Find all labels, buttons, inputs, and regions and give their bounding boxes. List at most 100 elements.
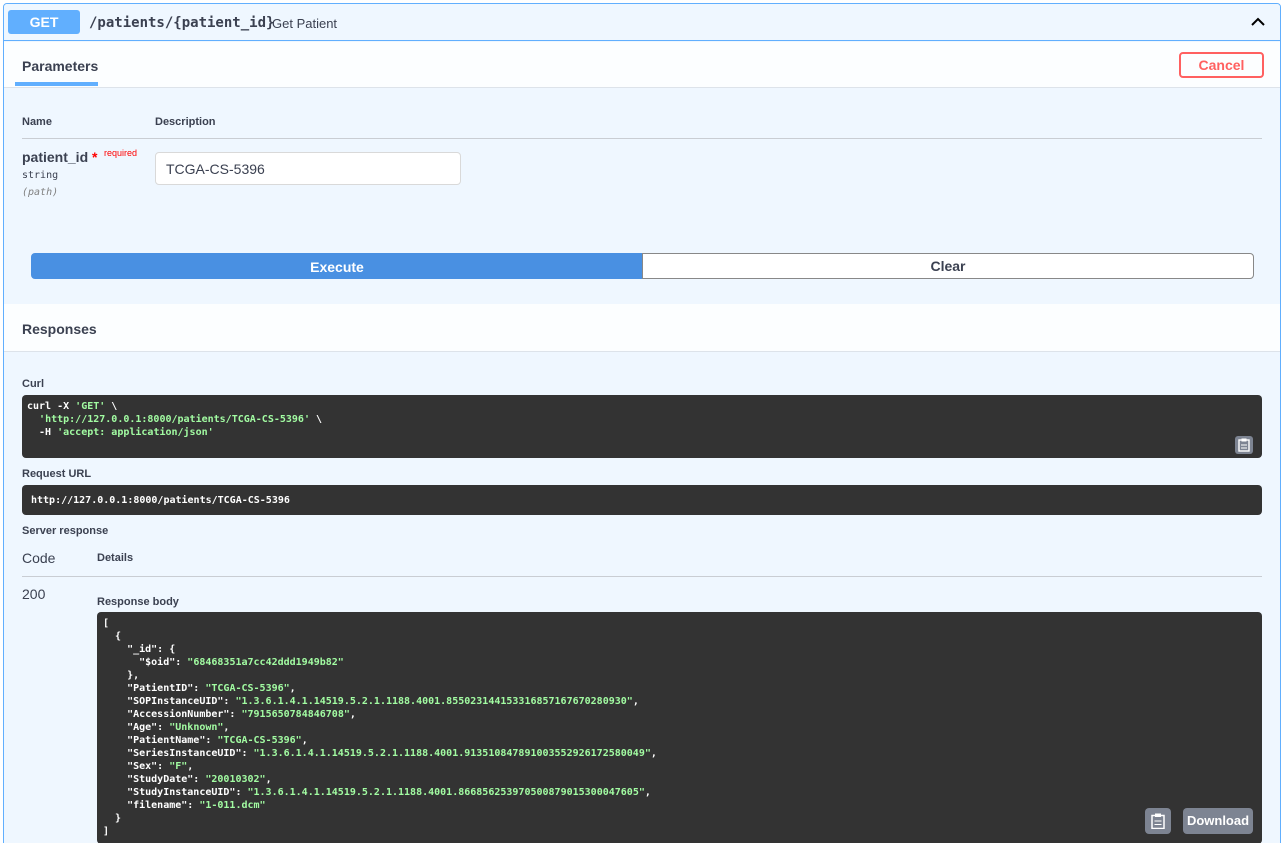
json-token: , xyxy=(349,709,356,720)
param-type: string xyxy=(22,170,59,181)
json-token: "StudyInstanceUID": xyxy=(103,787,248,798)
response-body-label: Response body xyxy=(97,596,179,608)
clipboard-icon[interactable] xyxy=(1235,436,1253,454)
cancel-button[interactable]: Cancel xyxy=(1179,52,1264,78)
json-token: { xyxy=(103,631,122,642)
json-string: "TCGA-CS-5396" xyxy=(217,735,302,746)
json-line: "PatientID": "TCGA-CS-5396", xyxy=(103,682,1256,695)
code-column-header: Code xyxy=(22,550,56,566)
json-token: [ xyxy=(103,618,110,629)
json-line: "_id": { xyxy=(103,643,1256,656)
json-token: , xyxy=(650,748,657,759)
request-url-label: Request URL xyxy=(22,468,92,480)
clipboard-icon[interactable] xyxy=(1145,808,1171,834)
curl-token xyxy=(27,414,39,425)
json-token: "AccessionNumber": xyxy=(103,709,242,720)
json-line: }, xyxy=(103,669,1256,682)
curl-line: 'http://127.0.0.1:8000/patients/TCGA-CS-… xyxy=(27,413,1257,426)
method-badge: GET xyxy=(8,10,80,34)
json-token: , xyxy=(265,774,272,785)
download-button[interactable]: Download xyxy=(1183,808,1253,834)
curl-label: Curl xyxy=(22,378,44,390)
tab-parameters[interactable]: Parameters xyxy=(22,58,98,74)
param-location: (path) xyxy=(22,187,59,198)
json-token: "_id": { xyxy=(103,644,176,655)
operation-summary[interactable]: GET /patients/{patient_id} Get Patient xyxy=(4,4,1280,41)
curl-token: curl -X xyxy=(27,401,76,412)
curl-string: 'GET' xyxy=(75,401,106,412)
json-token: "PatientID": xyxy=(103,683,206,694)
required-star: * xyxy=(92,149,98,165)
description-column-header: Description xyxy=(155,116,216,128)
json-token: "$oid": xyxy=(103,657,188,668)
json-line: "StudyInstanceUID": "1.3.6.1.4.1.14519.5… xyxy=(103,786,1256,799)
json-token: "StudyDate": xyxy=(103,774,206,785)
json-string: "Unknown" xyxy=(169,722,224,733)
json-string: "1.3.6.1.4.1.14519.5.2.1.1188.4001.85502… xyxy=(235,696,633,707)
json-line: } xyxy=(103,812,1256,825)
divider xyxy=(22,576,1262,577)
json-line: "Age": "Unknown", xyxy=(103,721,1256,734)
json-string: "7915650784846708" xyxy=(241,709,350,720)
json-token: , xyxy=(223,722,230,733)
json-line: "filename": "1-011.dcm" xyxy=(103,799,1256,812)
json-token: "filename": xyxy=(103,800,200,811)
json-line: "$oid": "68468351a7cc42ddd1949b82" xyxy=(103,656,1256,669)
request-url-value[interactable]: http://127.0.0.1:8000/patients/TCGA-CS-5… xyxy=(22,485,1262,515)
json-token: , xyxy=(187,761,194,772)
json-line: "Sex": "F", xyxy=(103,760,1256,773)
json-token: ] xyxy=(103,826,110,837)
json-string: "1-011.dcm" xyxy=(199,800,266,811)
json-line: "SOPInstanceUID": "1.3.6.1.4.1.14519.5.2… xyxy=(103,695,1256,708)
json-token: "SOPInstanceUID": xyxy=(103,696,236,707)
json-line: "AccessionNumber": "7915650784846708", xyxy=(103,708,1256,721)
required-label: required xyxy=(104,148,138,158)
param-name-text: patient_id xyxy=(22,149,89,165)
operation-block: GET /patients/{patient_id} Get Patient P… xyxy=(3,3,1281,843)
execute-button[interactable]: Execute xyxy=(31,253,643,279)
patient-id-input[interactable] xyxy=(155,152,461,185)
json-token: "Sex": xyxy=(103,761,170,772)
curl-line: -H 'accept: application/json' xyxy=(27,426,1257,439)
json-token: "SeriesInstanceUID": xyxy=(103,748,254,759)
json-line: "SeriesInstanceUID": "1.3.6.1.4.1.14519.… xyxy=(103,747,1256,760)
curl-token: -H xyxy=(27,427,58,438)
json-string: "TCGA-CS-5396" xyxy=(205,683,290,694)
json-token: "Age": xyxy=(103,722,170,733)
response-body-code-block[interactable]: [ { "_id": { "$oid": "68468351a7cc42ddd1… xyxy=(97,612,1262,843)
json-token: }, xyxy=(103,670,140,681)
json-token: , xyxy=(644,787,651,798)
curl-code-block[interactable]: curl -X 'GET' \ 'http://127.0.0.1:8000/p… xyxy=(22,395,1262,458)
parameters-header: Parameters Cancel xyxy=(4,42,1280,88)
divider xyxy=(22,138,1262,139)
tab-active-indicator xyxy=(15,82,98,86)
json-line: { xyxy=(103,630,1256,643)
curl-token: \ xyxy=(105,401,118,412)
server-response-label: Server response xyxy=(22,525,109,537)
json-token: } xyxy=(103,813,122,824)
curl-string: 'accept: application/json' xyxy=(57,427,214,438)
curl-string: 'http://127.0.0.1:8000/patients/TCGA-CS-… xyxy=(39,414,310,425)
json-string: "F" xyxy=(169,761,188,772)
status-code: 200 xyxy=(22,586,46,602)
json-token: , xyxy=(289,683,296,694)
json-token: , xyxy=(632,696,639,707)
json-line: "PatientName": "TCGA-CS-5396", xyxy=(103,734,1256,747)
json-string: "1.3.6.1.4.1.14519.5.2.1.1188.4001.91351… xyxy=(253,748,651,759)
json-line: "StudyDate": "20010302", xyxy=(103,773,1256,786)
json-line: ] xyxy=(103,825,1256,838)
curl-token: \ xyxy=(309,414,323,425)
json-string: "68468351a7cc42ddd1949b82" xyxy=(187,657,344,668)
operation-path: /patients/{patient_id} xyxy=(89,15,275,31)
responses-title: Responses xyxy=(22,321,97,337)
json-token: , xyxy=(301,735,308,746)
operation-summary-text: Get Patient xyxy=(272,16,338,31)
param-name: patient_id * xyxy=(22,149,97,165)
details-column-header: Details xyxy=(97,552,134,564)
clear-button[interactable]: Clear xyxy=(642,253,1254,279)
curl-line: curl -X 'GET' \ xyxy=(27,400,1257,413)
name-column-header: Name xyxy=(22,116,52,128)
json-line: [ xyxy=(103,617,1256,630)
chevron-up-icon[interactable] xyxy=(1248,12,1268,32)
json-string: "20010302" xyxy=(205,774,266,785)
